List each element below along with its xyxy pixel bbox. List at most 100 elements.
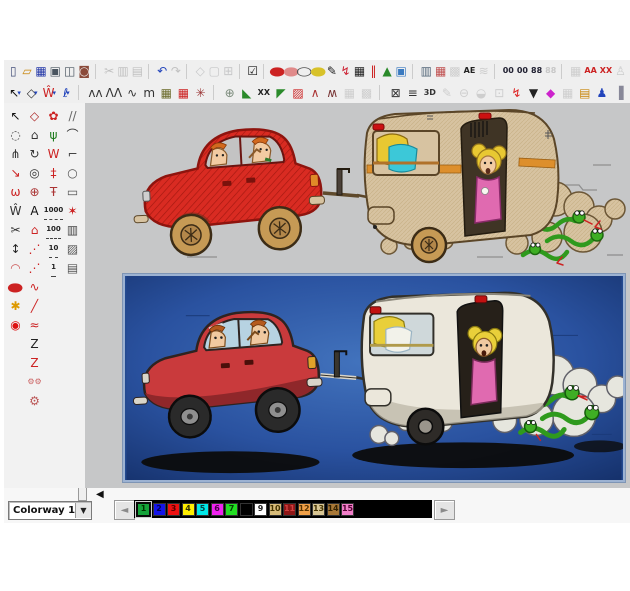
send-design-icon[interactable]: ▤ <box>577 84 593 102</box>
lettering-a-icon[interactable]: A <box>25 202 44 220</box>
new-icon[interactable]: ▯ <box>7 62 20 80</box>
image-tool-icon[interactable]: ▥ <box>420 62 433 80</box>
backstitch-icon[interactable]: m <box>141 84 157 102</box>
swatch-tool-icon[interactable]: ▨ <box>63 240 82 258</box>
color-swatch-8[interactable]: 8 <box>240 503 253 516</box>
flower-tool-icon[interactable]: ✿ <box>44 107 63 125</box>
arc-tool-icon[interactable]: ⌒ <box>63 126 82 144</box>
star-fill-icon[interactable]: ∧ <box>307 84 323 102</box>
cross-stitch-icon[interactable]: XX <box>256 84 272 102</box>
pole-stitch-icon[interactable]: Ŧ <box>44 183 63 201</box>
select-icon[interactable]: ↖▾ <box>7 84 23 102</box>
chevron-down-icon[interactable]: ▼ <box>75 503 91 518</box>
color-swatch-9[interactable]: 9 <box>254 503 267 516</box>
closed-shape-icon[interactable]: ⌂ <box>25 126 44 144</box>
auto-hole-icon[interactable]: ⊕ <box>222 84 238 102</box>
barcode-tool-icon[interactable]: ▥ <box>63 221 82 239</box>
diagonal-stitch-icon[interactable]: ⋰ <box>25 240 44 258</box>
stitch-10-icon[interactable]: 10 <box>44 240 63 258</box>
view-design-icon[interactable]: 00 <box>502 62 515 80</box>
texture-icon[interactable]: ⊠ <box>388 84 404 102</box>
stitch-1-icon[interactable]: 1 <box>44 259 63 277</box>
stitch-cursor-icon[interactable]: ↘ <box>6 164 25 182</box>
wave-fill-icon[interactable]: ʍ <box>324 84 340 102</box>
stop-tool-icon[interactable]: ◉ <box>6 316 25 334</box>
view-needle-points-icon[interactable]: 88 <box>530 62 543 80</box>
object-properties-icon[interactable]: ☑ <box>246 62 259 80</box>
artwork-bitmap[interactable] <box>123 274 625 482</box>
applique-a-icon[interactable]: ◣ <box>239 84 255 102</box>
show-artwork-icon[interactable]: ▲ <box>381 62 394 80</box>
mirror-rotate-icon[interactable]: ◎ <box>25 164 44 182</box>
print-icon[interactable]: ▣ <box>49 62 62 80</box>
gears-small-icon[interactable]: ⚙⚙ <box>25 373 44 391</box>
lettering-icon[interactable]: AE <box>463 62 477 80</box>
digitize-pen-icon[interactable]: ℓ▾ <box>58 84 74 102</box>
stitch-player-icon[interactable]: ↯ <box>508 84 524 102</box>
updown-tool-icon[interactable]: ↕ <box>6 240 25 258</box>
stitch-1000-icon[interactable]: 1000 <box>44 202 63 220</box>
color-swatch-12[interactable]: 12 <box>298 503 311 516</box>
zigzag-stitch-icon[interactable]: W <box>44 145 63 163</box>
satin-shape-icon[interactable]: ● <box>6 278 25 296</box>
motif-run-icon[interactable]: ∿ <box>124 84 140 102</box>
color-swatch-6[interactable]: 6 <box>211 503 224 516</box>
three-d-effect-icon[interactable]: 3D <box>422 84 438 102</box>
crosshatch-fill-icon[interactable]: ▨ <box>290 84 306 102</box>
color-swatch-14[interactable]: 14 <box>327 503 340 516</box>
color-swatch-10[interactable]: 10 <box>269 503 282 516</box>
palette-scroll-right-button[interactable]: ► <box>434 500 455 520</box>
parallel-lines-icon[interactable]: // <box>63 107 82 125</box>
gear-large-icon[interactable]: ⚙ <box>25 392 44 410</box>
slash-stitch-icon[interactable]: ╱ <box>25 297 44 315</box>
pane-splitter-icon[interactable]: ◀ <box>96 489 104 500</box>
ellipse-tool-icon[interactable]: ○ <box>63 164 82 182</box>
overlap-a-icon[interactable]: AA <box>583 62 597 80</box>
rotate-tool-icon[interactable]: ↻ <box>25 145 44 163</box>
z-stitch-icon[interactable]: Z <box>25 335 44 353</box>
color-swatch-5[interactable]: 5 <box>196 503 209 516</box>
color-swatch-11[interactable]: 11 <box>283 503 296 516</box>
diagonal-stitch-2-icon[interactable]: ⋰ <box>25 259 44 277</box>
palette-scroll-left-button[interactable]: ◄ <box>114 500 135 520</box>
step-fill-icon[interactable]: ▦ <box>175 84 191 102</box>
tatami-fill-icon[interactable]: ▦ <box>158 84 174 102</box>
rectangle-tool-icon[interactable]: ▭ <box>63 183 82 201</box>
select-tool-icon[interactable]: ↖ <box>6 107 25 125</box>
color-swatch-3[interactable]: 3 <box>167 503 180 516</box>
overlap-b-icon[interactable]: XX <box>599 62 613 80</box>
scatter-stitch-icon[interactable]: ✶ <box>63 202 82 220</box>
color-object-icon[interactable]: ● <box>312 62 325 80</box>
color-swatch-7[interactable]: 7 <box>225 503 238 516</box>
color-swatch-4[interactable]: 4 <box>182 503 195 516</box>
z-stitch-red-icon[interactable]: Z <box>25 354 44 372</box>
weave-stitch-icon[interactable]: Ŵ <box>6 202 25 220</box>
color-swatch-2[interactable]: 2 <box>153 503 166 516</box>
run-stitch-icon[interactable]: ʌʌ <box>87 84 103 102</box>
outline-view-icon[interactable]: ≡ <box>405 84 421 102</box>
fan-tool-icon[interactable]: ◠ <box>6 259 25 277</box>
satin-fill-icon[interactable]: ● <box>271 62 284 80</box>
satin-column-icon[interactable]: ω <box>6 183 25 201</box>
pen-tool-icon[interactable]: ✎ <box>326 62 339 80</box>
view-stitches-icon[interactable]: 00 <box>516 62 529 80</box>
frame-tool-icon[interactable]: ⌂ <box>25 221 44 239</box>
undo-icon[interactable]: ↶ <box>156 62 169 80</box>
color-wheel-icon[interactable]: ◆ <box>543 84 559 102</box>
polygon-select-icon[interactable]: ◇▾ <box>24 84 40 102</box>
bug-tool-icon[interactable]: ✱ <box>6 297 25 315</box>
print-preview-icon[interactable]: ◫ <box>63 62 76 80</box>
colorway-select[interactable]: Colorway 1 ▼ <box>8 501 92 520</box>
stitch-grid-icon[interactable]: ▦ <box>353 62 366 80</box>
applique-b-icon[interactable]: ◤ <box>273 84 289 102</box>
stitch-types-icon[interactable]: Ŵ▾ <box>41 84 57 102</box>
output-panel-icon[interactable]: ▐ <box>611 84 627 102</box>
color-swatch-15[interactable]: 15 <box>341 503 354 516</box>
thread-colors-icon[interactable]: ▦ <box>434 62 447 80</box>
team-design-icon[interactable]: ♟ <box>594 84 610 102</box>
cut-tool-icon[interactable]: ✂ <box>6 221 25 239</box>
insert-from-scanner-icon[interactable]: ◙ <box>77 62 91 80</box>
plant-tool-icon[interactable]: ψ <box>44 126 63 144</box>
corner-shape-icon[interactable]: ⌐ <box>63 145 82 163</box>
save-icon[interactable]: ▦ <box>34 62 47 80</box>
